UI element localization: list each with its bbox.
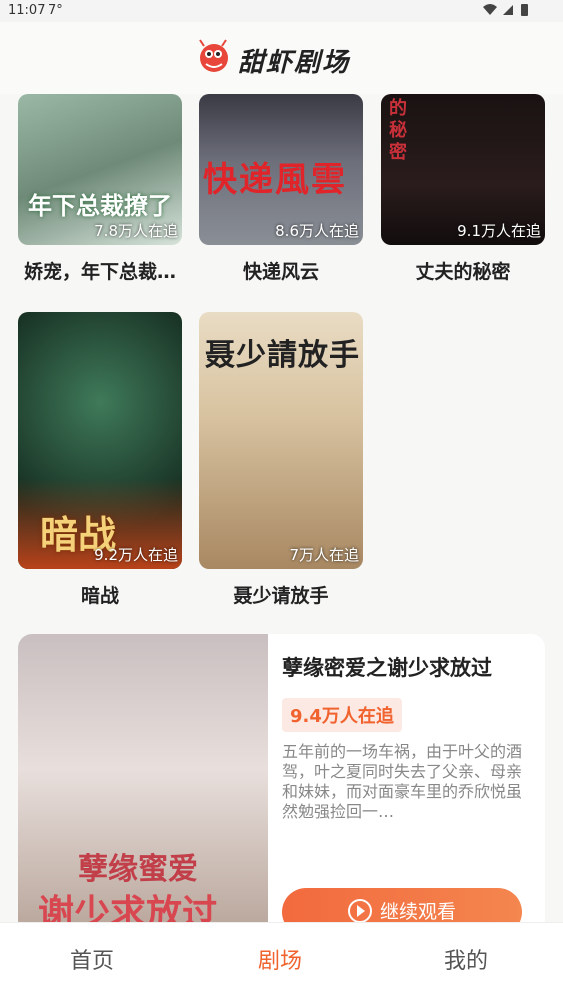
wifi-signal-battery-icon — [483, 4, 528, 16]
featured-description: 五年前的一场车祸，由于叶父的酒驾，叶之夏同时失去了父亲、母亲和妹妹，而对面豪车里… — [282, 742, 523, 821]
drama-list[interactable]: 年下总裁撩了 7.8万人在追 娇宠，年下总裁… 快递風雲 8.6万人在追 快递风… — [0, 94, 563, 922]
tab-mine[interactable]: 我的 — [444, 943, 488, 975]
status-icons — [481, 3, 541, 20]
drama-poster[interactable]: 快递風雲 8.6万人在追 — [199, 94, 363, 245]
tab-home[interactable]: 首页 — [70, 943, 114, 975]
drama-card[interactable]: 的秘密 9.1万人在追 丈夫的秘密 — [381, 94, 545, 284]
drama-poster[interactable]: 年下总裁撩了 7.8万人在追 — [18, 94, 182, 245]
viewer-count: 9.2万人在追 — [94, 546, 178, 564]
status-time: 11:07 — [8, 3, 46, 18]
drama-card[interactable]: 年下总裁撩了 7.8万人在追 娇宠，年下总裁… — [18, 94, 182, 284]
poster-title-text: 聂少請放手 — [205, 338, 360, 373]
status-bar: 11:07 7° — [0, 0, 563, 22]
drama-title: 聂少请放手 — [233, 585, 329, 607]
continue-watching-button[interactable]: 继续观看 — [282, 888, 522, 922]
status-temperature: 7° — [48, 3, 63, 18]
viewer-count: 7.8万人在追 — [94, 222, 178, 240]
drama-title: 快递风云 — [242, 261, 319, 283]
play-icon — [347, 898, 372, 922]
poster-title-text: 年下总裁撩了 — [28, 192, 172, 220]
featured-viewer-count: 9.4万人在追 — [282, 698, 402, 732]
drama-poster[interactable]: 暗战 9.2万人在追 — [18, 312, 182, 569]
drama-poster[interactable]: 聂少請放手 7万人在追 — [199, 312, 363, 569]
drama-title: 丈夫的秘密 — [415, 261, 511, 283]
drama-card[interactable]: 聂少請放手 7万人在追 聂少请放手 — [199, 312, 363, 608]
shrimp-logo-icon — [199, 39, 228, 72]
poster-title-text: 的秘密 — [389, 98, 407, 163]
featured-poster[interactable]: 孽缘蜜爱 谢少求放过 — [18, 634, 268, 922]
continue-watching-label: 继续观看 — [379, 901, 456, 922]
drama-poster[interactable]: 的秘密 9.1万人在追 — [381, 94, 545, 245]
poster-title-text: 孽缘蜜爱 — [78, 852, 198, 887]
poster-title-text: 快递風雲 — [203, 160, 347, 200]
featured-title: 孽缘密爱之谢少求放过 — [282, 656, 492, 680]
viewer-count: 9.1万人在追 — [457, 222, 541, 240]
viewer-count: 8.6万人在追 — [275, 222, 359, 240]
app-header: 甜虾剧场 — [0, 22, 563, 94]
app-title: 甜虾剧场 — [238, 48, 351, 78]
drama-title: 娇宠，年下总裁… — [23, 261, 176, 283]
featured-drama-card[interactable]: 孽缘蜜爱 谢少求放过 孽缘密爱之谢少求放过 9.4万人在追 五年前的一场车祸，由… — [18, 634, 545, 922]
drama-card[interactable]: 暗战 9.2万人在追 暗战 — [18, 312, 182, 608]
app-logo: 甜虾剧场 — [196, 34, 366, 82]
drama-title: 暗战 — [80, 585, 119, 607]
drama-card[interactable]: 快递風雲 8.6万人在追 快递风云 — [199, 94, 363, 284]
poster-title-text-2: 谢少求放过 — [38, 893, 219, 922]
tab-theater[interactable]: 剧场 — [258, 943, 302, 975]
bottom-tab-bar: 首页 剧场 我的 — [0, 922, 563, 1002]
viewer-count: 7万人在追 — [289, 546, 359, 564]
